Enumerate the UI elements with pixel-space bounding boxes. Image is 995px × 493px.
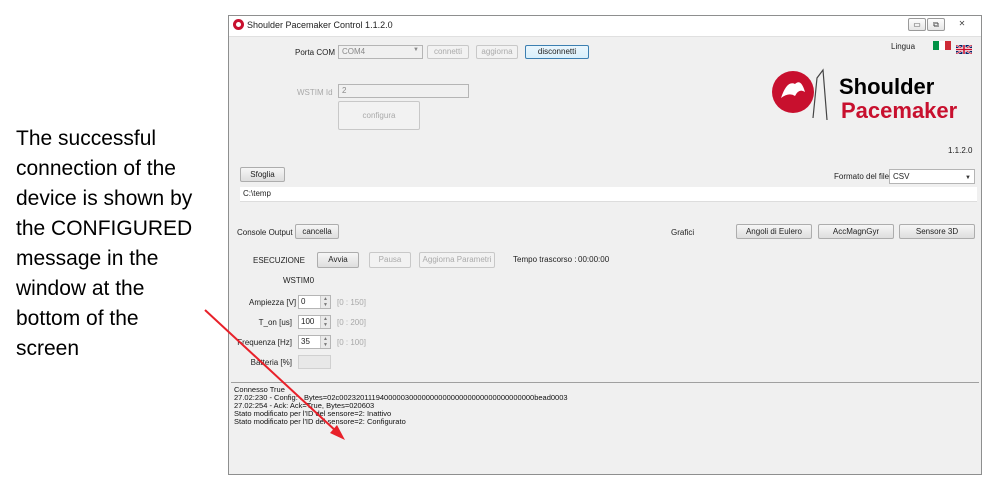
annotation-arrow — [204, 309, 345, 440]
